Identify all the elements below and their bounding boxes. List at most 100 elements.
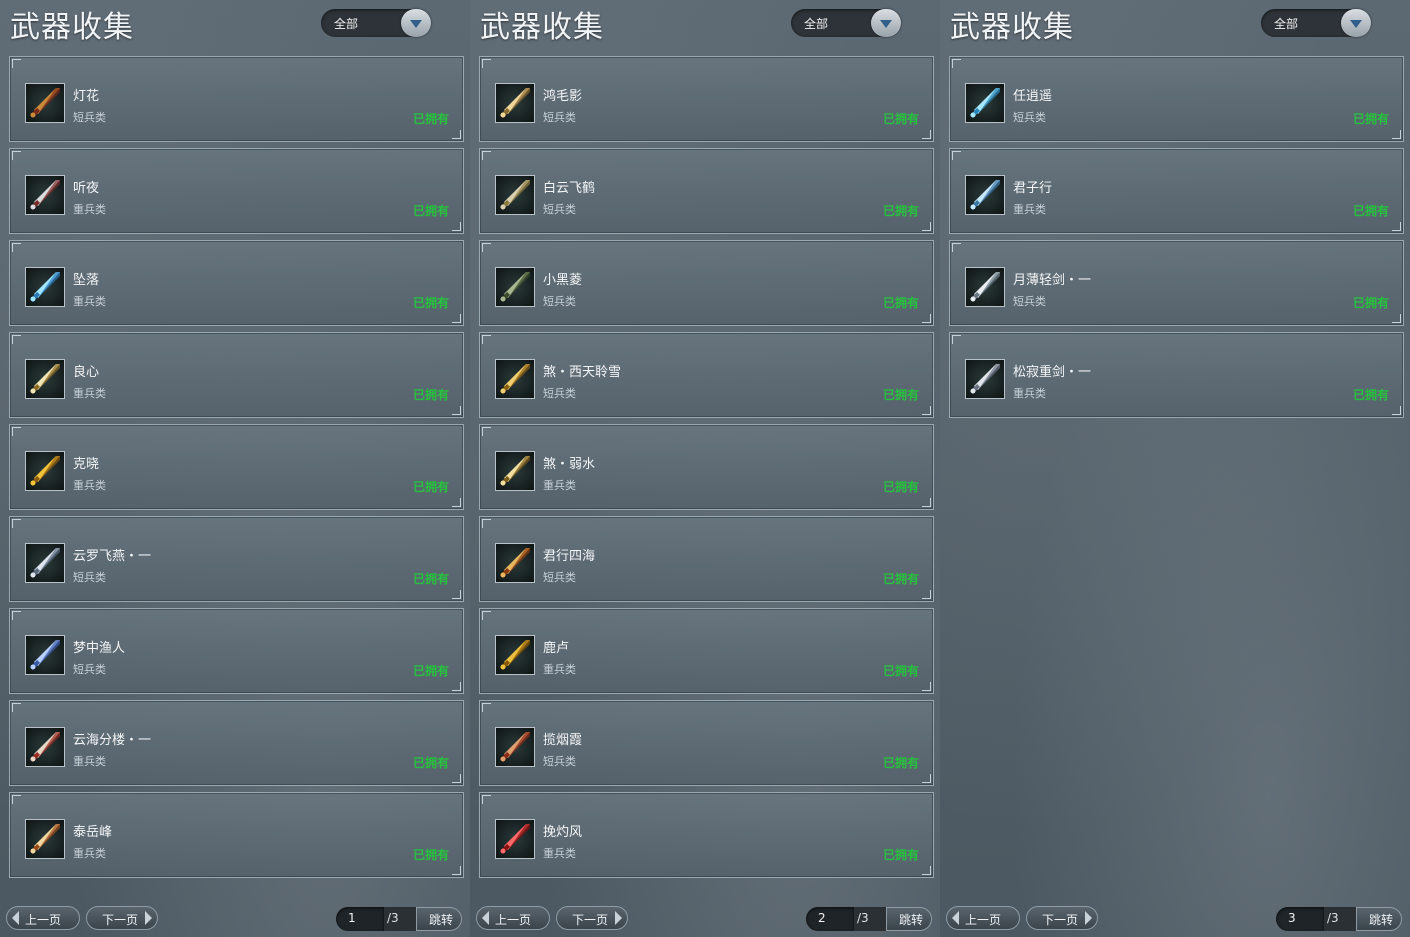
category-filter-dropdown[interactable]: 全部 <box>1261 9 1371 37</box>
weapon-name: 云罗飞燕・一 <box>73 549 152 564</box>
weapon-type: 重兵类 <box>543 847 576 860</box>
pagination: 上一页 下一页 3 /3 跳转 <box>940 904 1410 932</box>
prev-page-button[interactable]: 上一页 <box>6 906 80 930</box>
weapon-card[interactable]: 鸿毛影 短兵类 已拥有 <box>479 56 934 142</box>
weapon-card[interactable]: 坠落 重兵类 已拥有 <box>9 240 464 326</box>
weapon-type: 重兵类 <box>543 663 576 676</box>
weapon-card[interactable]: 泰岳峰 重兵类 已拥有 <box>9 792 464 878</box>
weapon-card[interactable]: 良心 重兵类 已拥有 <box>9 332 464 418</box>
chevron-left-icon <box>482 911 489 925</box>
weapon-card[interactable]: 梦中渔人 短兵类 已拥有 <box>9 608 464 694</box>
chevron-right-icon <box>1085 911 1092 925</box>
owned-status: 已拥有 <box>882 388 919 402</box>
weapon-name: 坠落 <box>73 273 100 288</box>
weapon-card[interactable]: 克晓 重兵类 已拥有 <box>9 424 464 510</box>
weapon-icon <box>495 727 535 767</box>
weapon-icon <box>965 175 1005 215</box>
weapon-card[interactable]: 云海分楼・一 重兵类 已拥有 <box>9 700 464 786</box>
weapon-icon <box>25 543 65 583</box>
owned-status: 已拥有 <box>1352 296 1389 310</box>
jump-button[interactable]: 跳转 <box>416 907 462 931</box>
weapon-list: 鸿毛影 短兵类 已拥有 白云飞鹤 短兵类 已拥有 小黑菱 短兵类 已拥有 煞・西… <box>479 56 934 884</box>
owned-status: 已拥有 <box>1352 112 1389 126</box>
page-number-input[interactable]: 1 <box>336 907 384 931</box>
panel-title: 武器收集 <box>10 10 134 45</box>
next-page-button[interactable]: 下一页 <box>556 906 628 930</box>
owned-status: 已拥有 <box>412 204 449 218</box>
weapon-card[interactable]: 揽烟霞 短兵类 已拥有 <box>479 700 934 786</box>
page-number-input[interactable]: 3 <box>1276 907 1324 931</box>
owned-status: 已拥有 <box>882 480 919 494</box>
chevron-right-icon <box>145 911 152 925</box>
filter-selected-value: 全部 <box>804 17 829 31</box>
weapon-type: 短兵类 <box>1013 111 1046 124</box>
weapon-card[interactable]: 挽灼风 重兵类 已拥有 <box>479 792 934 878</box>
weapon-name: 君子行 <box>1013 181 1053 196</box>
weapon-type: 重兵类 <box>73 479 106 492</box>
category-filter-dropdown[interactable]: 全部 <box>321 9 431 37</box>
weapon-card[interactable]: 灯花 短兵类 已拥有 <box>9 56 464 142</box>
weapon-type: 重兵类 <box>1013 203 1046 216</box>
weapon-card[interactable]: 鹿卢 重兵类 已拥有 <box>479 608 934 694</box>
weapon-type: 重兵类 <box>1013 387 1046 400</box>
owned-status: 已拥有 <box>1352 204 1389 218</box>
page-total: /3 <box>1324 907 1356 931</box>
weapon-type: 短兵类 <box>543 111 576 124</box>
weapon-type: 重兵类 <box>73 847 106 860</box>
weapon-name: 白云飞鹤 <box>543 181 596 196</box>
prev-page-button[interactable]: 上一页 <box>476 906 550 930</box>
owned-status: 已拥有 <box>882 112 919 126</box>
weapon-type: 短兵类 <box>543 295 576 308</box>
weapon-name: 梦中渔人 <box>73 641 126 656</box>
category-filter-dropdown[interactable]: 全部 <box>791 9 901 37</box>
weapon-card[interactable]: 白云飞鹤 短兵类 已拥有 <box>479 148 934 234</box>
weapon-name: 揽烟霞 <box>543 733 583 748</box>
filter-selected-value: 全部 <box>1274 17 1299 31</box>
owned-status: 已拥有 <box>882 296 919 310</box>
weapon-icon <box>495 635 535 675</box>
weapon-card[interactable]: 听夜 重兵类 已拥有 <box>9 148 464 234</box>
owned-status: 已拥有 <box>412 664 449 678</box>
weapon-card[interactable]: 松寂重剑・一 重兵类 已拥有 <box>949 332 1404 418</box>
weapon-icon <box>495 819 535 859</box>
weapon-name: 挽灼风 <box>543 825 583 840</box>
next-page-button[interactable]: 下一页 <box>1026 906 1098 930</box>
chevron-down-icon[interactable] <box>1341 9 1371 37</box>
weapon-name: 煞・西天聆雪 <box>543 365 622 380</box>
chevron-down-icon[interactable] <box>401 9 431 37</box>
weapon-card[interactable]: 君行四海 短兵类 已拥有 <box>479 516 934 602</box>
next-page-button[interactable]: 下一页 <box>86 906 158 930</box>
weapon-card[interactable]: 任逍遥 短兵类 已拥有 <box>949 56 1404 142</box>
owned-status: 已拥有 <box>412 388 449 402</box>
weapon-card[interactable]: 月薄轻剑・一 短兵类 已拥有 <box>949 240 1404 326</box>
weapon-list: 任逍遥 短兵类 已拥有 君子行 重兵类 已拥有 月薄轻剑・一 短兵类 已拥有 松… <box>949 56 1404 424</box>
chevron-right-icon <box>615 911 622 925</box>
weapon-name: 灯花 <box>73 89 100 104</box>
weapon-name: 松寂重剑・一 <box>1013 365 1092 380</box>
prev-page-button[interactable]: 上一页 <box>946 906 1020 930</box>
weapon-type: 短兵类 <box>73 111 106 124</box>
weapon-card[interactable]: 君子行 重兵类 已拥有 <box>949 148 1404 234</box>
owned-status: 已拥有 <box>412 756 449 770</box>
chevron-left-icon <box>952 911 959 925</box>
weapon-type: 重兵类 <box>543 479 576 492</box>
weapon-type: 重兵类 <box>73 295 106 308</box>
panel-title: 武器收集 <box>950 10 1074 45</box>
weapon-name: 鸿毛影 <box>543 89 583 104</box>
weapon-name: 鹿卢 <box>543 641 570 656</box>
weapon-card[interactable]: 云罗飞燕・一 短兵类 已拥有 <box>9 516 464 602</box>
weapon-list: 灯花 短兵类 已拥有 听夜 重兵类 已拥有 坠落 重兵类 已拥有 良心 重兵类 … <box>9 56 464 884</box>
weapon-icon <box>25 635 65 675</box>
weapon-icon <box>495 267 535 307</box>
weapon-card[interactable]: 小黑菱 短兵类 已拥有 <box>479 240 934 326</box>
weapon-type: 短兵类 <box>543 571 576 584</box>
weapon-card[interactable]: 煞・西天聆雪 短兵类 已拥有 <box>479 332 934 418</box>
page-number-input[interactable]: 2 <box>806 907 854 931</box>
jump-button[interactable]: 跳转 <box>886 907 932 931</box>
weapon-type: 重兵类 <box>73 203 106 216</box>
pagination: 上一页 下一页 2 /3 跳转 <box>470 904 940 932</box>
weapon-card[interactable]: 煞・弱水 重兵类 已拥有 <box>479 424 934 510</box>
weapon-name: 任逍遥 <box>1013 89 1053 104</box>
jump-button[interactable]: 跳转 <box>1356 907 1402 931</box>
chevron-down-icon[interactable] <box>871 9 901 37</box>
